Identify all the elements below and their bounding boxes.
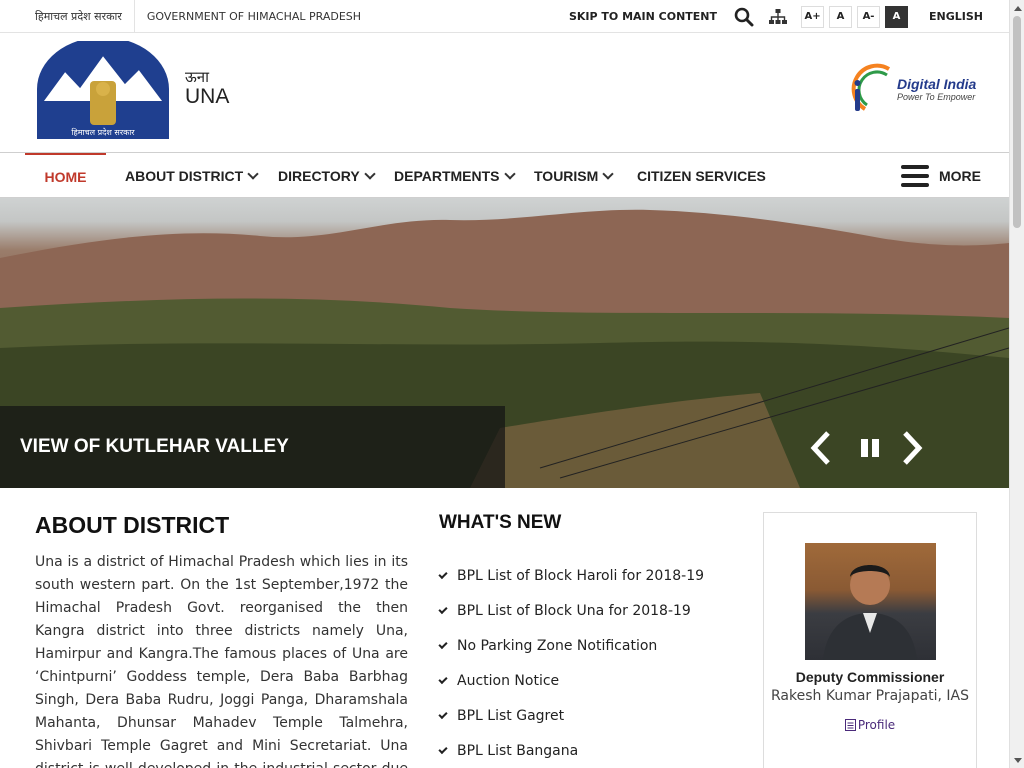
- about-district-heading: ABOUT DISTRICT: [35, 512, 230, 538]
- check-icon: [438, 744, 448, 755]
- news-item-link[interactable]: BPL List of Block Haroli for 2018-19: [457, 568, 704, 584]
- about-district-text: Una is a district of Himachal Pradesh wh…: [35, 554, 408, 768]
- news-item-link[interactable]: Auction Notice: [457, 673, 559, 689]
- nav-item-about-district[interactable]: ABOUT DISTRICT: [125, 153, 259, 198]
- top-bar: हिमाचल प्रदेश सरकार GOVERNMENT OF HIMACH…: [0, 0, 1009, 33]
- chevron-down-icon: [503, 167, 516, 180]
- news-item[interactable]: Auction Notice: [438, 663, 739, 698]
- previous-slide-button[interactable]: [806, 428, 836, 468]
- slide-caption: VIEW OF KUTLEHAR VALLEY: [20, 436, 289, 457]
- govt-name-english: GOVERNMENT OF HIMACHAL PRADESH: [146, 10, 362, 23]
- nav-item-label: ABOUT DISTRICT: [125, 167, 244, 184]
- himachal-emblem-logo[interactable]: हिमाचल प्रदेश सरकार: [35, 37, 171, 141]
- whats-new-list: BPL List of Block Haroli for 2018-19 BPL…: [438, 558, 739, 768]
- digital-india-title: Digital India: [897, 76, 977, 92]
- whats-new-section: WHAT'S NEW BPL List of Block Haroli for …: [438, 512, 739, 768]
- nav-item-label: CITIZEN SERVICES: [637, 167, 766, 184]
- district-name-english: UNA: [185, 85, 230, 108]
- hamburger-icon: [901, 164, 929, 187]
- nav-item-home[interactable]: HOME: [25, 153, 106, 198]
- profile-link[interactable]: Profile: [764, 718, 976, 732]
- next-slide-button[interactable]: [897, 428, 927, 468]
- news-item-link[interactable]: BPL List Gagret: [457, 708, 564, 724]
- nav-item-label: HOME: [44, 168, 87, 185]
- scroll-down-arrow-icon[interactable]: [1010, 753, 1024, 768]
- nav-item-citizen-services[interactable]: CITIZEN SERVICES: [637, 153, 766, 198]
- nav-item-directory[interactable]: DIRECTORY: [278, 153, 376, 198]
- font-decrease-button[interactable]: A-: [857, 5, 881, 28]
- language-selector[interactable]: ENGLISH: [929, 10, 983, 23]
- high-contrast-button[interactable]: A: [885, 5, 909, 28]
- chevron-down-icon: [364, 167, 376, 180]
- nav-item-departments[interactable]: DEPARTMENTS: [394, 153, 516, 198]
- font-increase-button[interactable]: A+: [801, 5, 825, 28]
- scrollbar-thumb[interactable]: [1013, 16, 1021, 228]
- check-icon: [438, 639, 448, 650]
- nav-item-label: DIRECTORY: [278, 167, 360, 184]
- about-district-section: ABOUT DISTRICT Una is a district of Hima…: [35, 512, 408, 768]
- check-icon: [438, 604, 448, 615]
- deputy-commissioner-name: Rakesh Kumar Prajapati, IAS: [771, 688, 969, 704]
- skip-to-main-content-link[interactable]: SKIP TO MAIN CONTENT: [569, 10, 717, 23]
- profile-link-label[interactable]: Profile: [858, 718, 895, 732]
- search-icon[interactable]: [733, 6, 755, 28]
- more-menu-button[interactable]: MORE: [901, 153, 981, 198]
- divider: [133, 0, 135, 33]
- news-item[interactable]: BPL List Bangana: [438, 733, 739, 768]
- digital-india-tagline: Power To Empower: [897, 92, 976, 102]
- site-header: हिमाचल प्रदेश सरकार ऊना UNA Digital Indi…: [0, 33, 1009, 153]
- govt-name-hindi: हिमाचल प्रदेश सरकार: [35, 10, 122, 23]
- news-item[interactable]: BPL List Gagret: [438, 698, 739, 733]
- document-icon: [844, 719, 856, 731]
- main-nav: HOME ABOUT DISTRICT DIRECTORY DEPARTMENT…: [0, 153, 1009, 198]
- deputy-commissioner-title: Deputy Commissioner: [795, 669, 945, 685]
- nav-item-tourism[interactable]: TOURISM: [534, 153, 614, 198]
- page-scrollbar[interactable]: [1009, 0, 1024, 768]
- scroll-up-arrow-icon[interactable]: [1010, 0, 1024, 15]
- chevron-down-icon: [602, 167, 614, 180]
- pause-slideshow-button[interactable]: [855, 428, 885, 468]
- more-label: MORE: [939, 167, 981, 184]
- check-icon: [438, 569, 448, 580]
- news-item-link[interactable]: No Parking Zone Notification: [457, 638, 657, 654]
- deputy-commissioner-photo: [805, 543, 936, 660]
- chevron-down-icon: [247, 167, 259, 180]
- news-item[interactable]: BPL List of Block Una for 2018-19: [438, 593, 739, 628]
- news-item-link[interactable]: BPL List of Block Una for 2018-19: [457, 603, 691, 619]
- hero-slider[interactable]: VIEW OF KUTLEHAR VALLEY: [0, 198, 1009, 488]
- nav-item-label: DEPARTMENTS: [394, 167, 500, 184]
- deputy-commissioner-card: Deputy Commissioner Rakesh Kumar Prajapa…: [763, 512, 977, 768]
- district-name-hindi: ऊना: [185, 68, 209, 86]
- font-normal-button[interactable]: A: [829, 5, 853, 28]
- check-icon: [438, 674, 448, 685]
- news-item-link[interactable]: BPL List Bangana: [457, 743, 578, 759]
- nav-item-label: TOURISM: [534, 167, 599, 184]
- check-icon: [438, 709, 448, 720]
- slide-caption-panel: VIEW OF KUTLEHAR VALLEY: [0, 406, 505, 488]
- news-item[interactable]: BPL List of Block Haroli for 2018-19: [438, 558, 739, 593]
- sitemap-icon[interactable]: [767, 6, 789, 28]
- emblem-caption: हिमाचल प्रदेश सरकार: [71, 127, 135, 137]
- whats-new-heading: WHAT'S NEW: [439, 512, 562, 533]
- news-item[interactable]: No Parking Zone Notification: [438, 628, 739, 663]
